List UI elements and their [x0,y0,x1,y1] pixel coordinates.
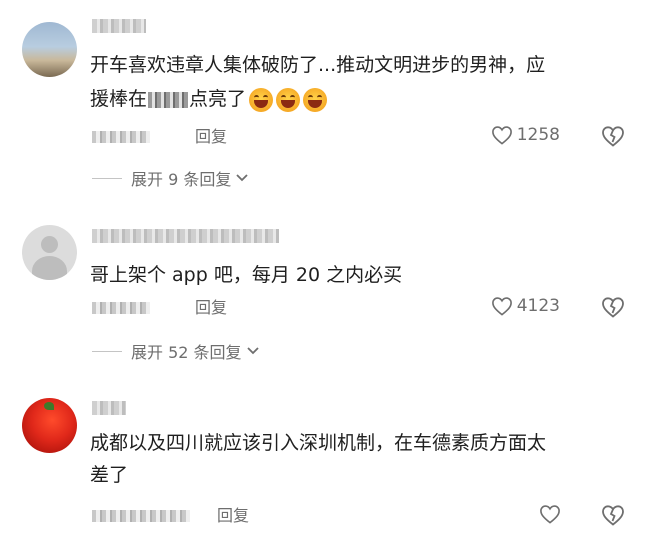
chevron-down-icon [246,347,259,355]
like-button[interactable]: 4123 [491,296,560,316]
divider [92,350,122,352]
timestamp-blurred [92,510,190,522]
default-avatar-icon [41,236,58,253]
comment-text: 成都以及四川就应该引入深圳机制，在车德素质方面太 [90,426,546,460]
expand-replies-button[interactable]: 展开 9 条回复 [92,166,249,190]
avatar[interactable] [22,22,77,77]
broken-heart-icon[interactable] [601,504,625,526]
broken-heart-icon[interactable] [601,296,625,318]
heart-outline-icon [491,297,512,316]
laughing-face-emoji-icon [303,87,328,112]
reply-button[interactable]: 回复 [195,127,227,147]
username-blurred[interactable] [92,19,146,33]
avatar[interactable] [22,225,77,280]
broken-heart-icon[interactable] [601,125,625,147]
comment-text-line: 点亮了 [189,88,247,110]
heart-outline-icon [491,126,512,145]
reply-button[interactable]: 回复 [217,506,249,526]
comment-text-line: 差了 [90,464,129,486]
like-button[interactable]: 1258 [491,125,560,145]
comment-text-line: 援棒在 [90,88,148,110]
divider [92,177,122,179]
like-button[interactable] [539,504,565,524]
chevron-down-icon [236,174,248,182]
like-count: 4123 [516,296,560,316]
expand-replies-button[interactable]: 展开 52 条回复 [92,339,260,363]
expand-replies-label: 展开 9 条回复 [131,170,232,189]
laughing-face-emoji-icon [276,87,301,112]
username-blurred[interactable] [92,401,126,415]
heart-outline-icon [540,505,560,524]
redacted-text [148,91,189,108]
comment-text: 哥上架个 app 吧，每月 20 之内必买 [90,258,402,292]
timestamp-blurred [92,302,150,314]
comment-text-line: 开车喜欢违章人集体破防了...推动文明进步的男神，应 [90,54,546,76]
reply-button[interactable]: 回复 [195,298,227,318]
comment-list: 开车喜欢违章人集体破防了...推动文明进步的男神，应 援棒在 点亮了 回复 125… [0,0,650,535]
like-count: 1258 [516,125,560,145]
comment-text-line: 哥上架个 app 吧，每月 20 之内必买 [90,264,403,286]
comment-text: 开车喜欢违章人集体破防了...推动文明进步的男神，应 [90,48,545,82]
expand-replies-label: 展开 52 条回复 [131,343,242,362]
comment-text: 差了 [90,458,128,492]
comment-text: 援棒在 点亮了 [90,82,328,116]
comment-text-line: 成都以及四川就应该引入深圳机制，在车德素质方面太 [90,432,547,454]
username-blurred[interactable] [92,229,279,243]
laughing-face-emoji-icon [249,87,274,112]
avatar[interactable] [22,398,77,453]
timestamp-blurred [92,131,150,143]
